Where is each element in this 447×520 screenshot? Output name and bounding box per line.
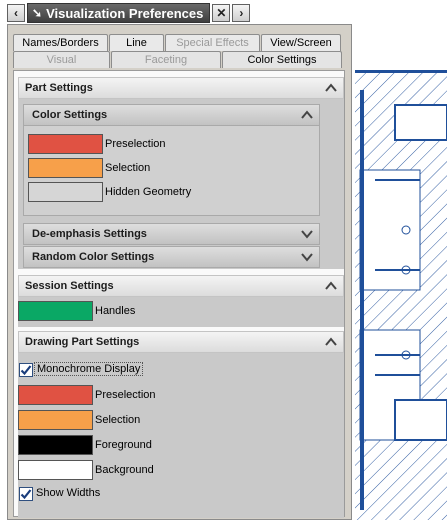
checkmark-icon — [20, 489, 32, 500]
session-settings-title: Session Settings — [25, 280, 114, 292]
drawing-preselection-color-swatch[interactable] — [18, 385, 93, 405]
tab-strip: Names/Borders Line Special Effects View/… — [13, 34, 343, 68]
drawing-part-settings-title: Drawing Part Settings — [25, 336, 140, 348]
dialog-title-bar[interactable]: ➘ Visualization Preferences — [27, 3, 211, 23]
part-settings-body: Color Settings Preselection Selection Hi… — [18, 99, 344, 269]
tab-row-top: Names/Borders Line Special Effects View/… — [13, 34, 343, 51]
tab-line[interactable]: Line — [109, 34, 164, 51]
part-settings-header[interactable]: Part Settings — [18, 77, 344, 99]
selection-color-swatch[interactable] — [28, 158, 103, 178]
drawing-selection-label: Selection — [95, 414, 141, 426]
foreground-color-swatch[interactable] — [18, 435, 93, 455]
handles-color-swatch[interactable] — [18, 301, 93, 321]
session-settings-header[interactable]: Session Settings — [18, 275, 344, 297]
diagonal-arrow-icon[interactable]: ➘ — [32, 6, 42, 20]
random-color-settings-header[interactable]: Random Color Settings — [23, 246, 320, 268]
tab-color-settings[interactable]: Color Settings — [222, 51, 342, 68]
drawing-part-settings-header[interactable]: Drawing Part Settings — [18, 331, 344, 353]
chevron-up-icon — [301, 110, 313, 119]
color-settings-body: Preselection Selection Hidden Geometry — [23, 126, 320, 216]
checkmark-icon — [20, 365, 32, 376]
chevron-down-icon — [301, 230, 313, 239]
dialog-title: Visualization Preferences — [46, 5, 204, 21]
color-settings-title: Color Settings — [32, 109, 108, 121]
deemphasis-settings-title: De-emphasis Settings — [32, 228, 147, 240]
drawing-selection-color-swatch[interactable] — [18, 410, 93, 430]
chevron-right-icon[interactable]: › — [232, 4, 251, 22]
background-color-swatch[interactable] — [18, 460, 93, 480]
hidden-geometry-color-swatch[interactable] — [28, 182, 103, 202]
color-settings-panel: Part Settings Color Settings Preselectio… — [13, 70, 345, 518]
random-color-settings-title: Random Color Settings — [32, 251, 155, 263]
preselection-label: Preselection — [105, 138, 166, 150]
drawing-part-settings-body: Monochrome Display Preselection Selectio… — [18, 353, 344, 518]
hidden-geometry-label: Hidden Geometry — [105, 186, 192, 198]
part-settings-title: Part Settings — [25, 82, 93, 94]
title-bar: ‹ ➘ Visualization Preferences ✕ › — [7, 3, 251, 23]
tab-faceting[interactable]: Faceting — [111, 51, 221, 68]
chevron-up-icon — [325, 337, 337, 346]
deemphasis-settings-header[interactable]: De-emphasis Settings — [23, 223, 320, 245]
tab-row-bottom: Visual Faceting Color Settings — [13, 51, 343, 68]
tab-names-borders[interactable]: Names/Borders — [13, 34, 108, 51]
foreground-label: Foreground — [95, 439, 152, 451]
handles-label: Handles — [95, 305, 136, 317]
show-widths-label: Show Widths — [36, 487, 101, 499]
selection-label: Selection — [105, 162, 151, 174]
chevron-left-icon[interactable]: ‹ — [7, 4, 25, 22]
close-icon[interactable]: ✕ — [212, 4, 231, 22]
tab-visual[interactable]: Visual — [13, 51, 110, 68]
tab-view-screen[interactable]: View/Screen — [261, 34, 341, 51]
drawing-frame — [355, 70, 447, 520]
monochrome-display-checkbox[interactable] — [19, 363, 33, 377]
preferences-dialog: Names/Borders Line Special Effects View/… — [7, 24, 352, 520]
chevron-down-icon — [301, 253, 313, 262]
monochrome-display-label[interactable]: Monochrome Display — [34, 362, 144, 376]
chevron-up-icon — [325, 281, 337, 290]
background-label: Background — [95, 464, 154, 476]
tab-special-effects[interactable]: Special Effects — [165, 34, 260, 51]
color-settings-header[interactable]: Color Settings — [23, 104, 320, 126]
session-settings-body: Handles — [18, 297, 344, 327]
show-widths-checkbox[interactable] — [19, 487, 33, 501]
preselection-color-swatch[interactable] — [28, 134, 103, 154]
chevron-up-icon — [325, 83, 337, 92]
drawing-preselection-label: Preselection — [95, 389, 156, 401]
